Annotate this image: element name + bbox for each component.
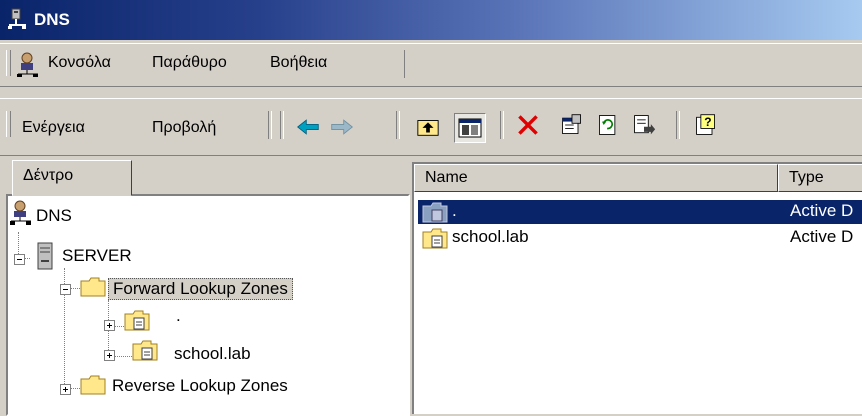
properties-icon[interactable] <box>560 113 584 137</box>
refresh-icon[interactable] <box>596 113 620 137</box>
toolbar-grip[interactable] <box>6 111 11 137</box>
help-icon[interactable]: ? <box>694 113 718 137</box>
back-arrow-icon[interactable] <box>296 115 320 139</box>
toolbar-separator <box>676 111 680 139</box>
collapse-forward-zones-toggle[interactable] <box>60 284 71 295</box>
up-folder-icon[interactable] <box>416 115 440 139</box>
tree-node-dns[interactable]: DNS <box>36 206 72 226</box>
toolbar-separator <box>280 111 284 139</box>
zone-icon <box>422 202 448 223</box>
tree-tabstrip: Δέντρο <box>0 158 410 196</box>
action-toolbar: Ενέργεια Προβολή ? <box>0 98 862 156</box>
toolbar-separator <box>500 111 504 139</box>
server-icon <box>37 242 53 270</box>
zone-icon <box>132 340 158 361</box>
list-row[interactable]: . Active D <box>418 200 862 224</box>
tree-node-school-lab[interactable]: school.lab <box>174 344 251 364</box>
toolbar-separator <box>396 111 400 139</box>
expand-reverse-zones-toggle[interactable] <box>60 384 71 395</box>
console-icon <box>17 52 38 77</box>
tree-node-dot-zone[interactable]: . <box>176 306 181 326</box>
expand-school-lab-toggle[interactable] <box>104 350 115 361</box>
tree-node-forward-lookup-zones[interactable]: Forward Lookup Zones <box>108 278 293 300</box>
column-header-name-label: Name <box>425 169 468 186</box>
tree-node-server[interactable]: SERVER <box>62 246 132 266</box>
menu-help[interactable]: Βοήθεια <box>270 54 327 72</box>
view-menu[interactable]: Προβολή <box>152 119 216 137</box>
row-type: Active D <box>790 227 854 246</box>
tab-tree-label: Δέντρο <box>23 167 74 184</box>
menu-window[interactable]: Παράθυρο <box>152 54 227 72</box>
dns-root-icon <box>10 200 31 225</box>
results-list[interactable]: Name Type . Active D school.lab Active D <box>412 162 862 414</box>
dns-server-icon <box>8 8 26 29</box>
zone-icon <box>422 228 448 249</box>
row-name: school.lab <box>452 227 529 246</box>
row-type: Active D <box>790 201 854 220</box>
menu-console[interactable]: Κονσόλα <box>48 54 111 72</box>
svg-text:?: ? <box>704 115 711 129</box>
show-hide-tree-button[interactable] <box>454 113 486 143</box>
forward-arrow-icon[interactable] <box>330 115 354 139</box>
column-header-type[interactable]: Type <box>778 164 862 192</box>
window-title: DNS <box>34 10 70 29</box>
expand-dot-zone-toggle[interactable] <box>104 320 115 331</box>
title-bar[interactable]: DNS <box>0 0 862 40</box>
folder-icon <box>80 277 106 297</box>
toolbar-separator <box>268 111 272 139</box>
tab-tree[interactable]: Δέντρο <box>12 160 132 196</box>
list-row[interactable]: school.lab Active D <box>418 226 862 250</box>
zone-icon <box>124 310 150 331</box>
action-menu[interactable]: Ενέργεια <box>22 119 85 137</box>
console-tree[interactable]: DNS SERVER Forward Lookup Zones . school… <box>6 194 410 416</box>
folder-icon <box>80 375 106 395</box>
menu-bar: Κονσόλα Παράθυρο Βοήθεια <box>0 43 862 87</box>
delete-icon[interactable] <box>516 113 540 137</box>
export-list-icon[interactable] <box>632 113 656 137</box>
row-name: . <box>452 201 457 220</box>
menubar-grip[interactable] <box>6 50 11 76</box>
collapse-server-toggle[interactable] <box>14 254 25 265</box>
console-tree-icon <box>458 118 482 138</box>
column-header-type-label: Type <box>789 169 824 186</box>
column-header-name[interactable]: Name <box>414 164 778 192</box>
tree-node-reverse-lookup-zones[interactable]: Reverse Lookup Zones <box>112 376 288 396</box>
